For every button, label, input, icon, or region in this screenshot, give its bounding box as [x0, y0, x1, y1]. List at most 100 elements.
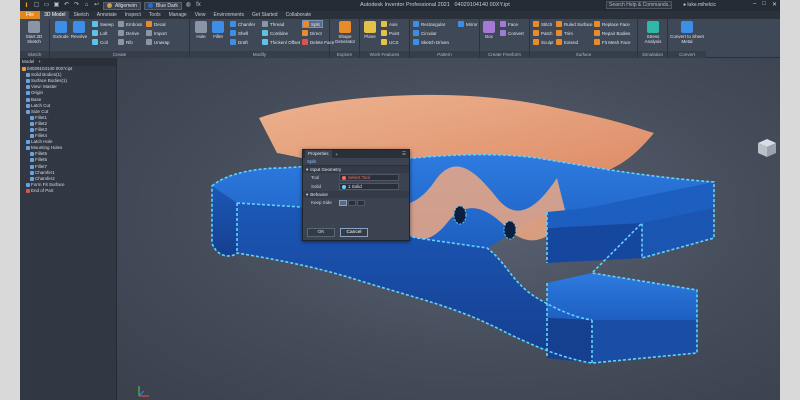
model-canvas[interactable]: [117, 58, 780, 400]
appearance-dropdown[interactable]: Blue Dark: [143, 1, 182, 10]
undo-icon[interactable]: ↶: [63, 2, 70, 9]
point-button[interactable]: Point: [381, 29, 399, 37]
convert-sheet-metal-button[interactable]: Convert to Sheet Metal: [670, 21, 704, 44]
keep-both-sides-icon[interactable]: [339, 199, 347, 206]
extrude-button[interactable]: Extrude: [52, 21, 70, 39]
derive-button[interactable]: Derive: [118, 29, 139, 37]
feature-name[interactable]: Split: [303, 158, 409, 166]
minimize-icon[interactable]: –: [753, 1, 756, 8]
clear-appearance-icon[interactable]: ◍: [185, 2, 192, 9]
tab-manage[interactable]: Manage: [165, 11, 191, 19]
split-button[interactable]: Split: [302, 20, 323, 28]
repair-bodies-button[interactable]: Repair Bodies: [594, 29, 630, 37]
cancel-button[interactable]: Cancel: [340, 228, 368, 237]
browser-node[interactable]: End of Part: [20, 188, 116, 194]
ruled-surface-button[interactable]: Ruled Surface: [556, 20, 593, 28]
rib-button[interactable]: Rib: [118, 38, 133, 46]
right-lower-block-side[interactable]: [592, 320, 697, 363]
sculpt-button[interactable]: Sculpt: [533, 38, 554, 46]
freeform-convert-button[interactable]: Convert: [500, 29, 524, 37]
right-lower-block-front[interactable]: [547, 318, 592, 363]
sketch-driven-pattern-button[interactable]: Sketch Driven: [413, 38, 449, 46]
graphics-viewport[interactable]: ◎ ✋ ⊕ ⟳ ▣ Properties + ☰ Split ▾ Input G…: [117, 58, 780, 400]
ucs-button[interactable]: UCS: [381, 38, 399, 46]
plane-button[interactable]: Plane: [361, 21, 379, 39]
extend-button[interactable]: Extend: [556, 38, 578, 46]
decal-button[interactable]: Decal: [146, 20, 166, 28]
unwrap-button[interactable]: Unwrap: [146, 38, 170, 46]
maximize-icon[interactable]: □: [762, 1, 766, 8]
start-sketch-button[interactable]: Start 2D Sketch: [25, 21, 43, 44]
right-upper-block-front[interactable]: [547, 223, 642, 263]
open-folder-icon[interactable]: ▭: [43, 2, 50, 9]
shape-generator-button[interactable]: Shape Generator: [333, 21, 357, 44]
trim-button[interactable]: Trim: [556, 29, 573, 37]
tab-file[interactable]: File: [20, 11, 41, 19]
import-button[interactable]: Import: [146, 29, 167, 37]
stress-analysis-button[interactable]: Stress Analysis: [640, 21, 666, 44]
keep-side-a-icon[interactable]: [348, 199, 356, 206]
tab-collaborate[interactable]: Collaborate: [282, 11, 316, 19]
browser-node-label: Solid Bodies(1): [31, 72, 62, 78]
chamfer-button[interactable]: Chamfer: [230, 20, 255, 28]
behavior-section[interactable]: ▾ Behavior: [303, 191, 409, 198]
browser-add-tab-icon[interactable]: +: [38, 58, 41, 66]
properties-menu-icon[interactable]: ☰: [402, 151, 409, 157]
tab-view[interactable]: View: [191, 11, 210, 19]
right-lower-block[interactable]: [547, 273, 697, 320]
hole-button[interactable]: Hole: [192, 21, 210, 39]
replace-face-button[interactable]: Replace Face: [594, 20, 630, 28]
fillet-button[interactable]: Fillet: [209, 21, 227, 39]
freeform-face-button[interactable]: Face: [500, 20, 518, 28]
tab-get-started[interactable]: Get Started: [248, 11, 282, 19]
new-file-icon[interactable]: ▢: [33, 2, 40, 9]
close-icon[interactable]: ✕: [772, 1, 777, 8]
tab-3d-model[interactable]: 3D Model: [40, 11, 70, 19]
redo-icon[interactable]: ↷: [73, 2, 80, 9]
stress-analysis-icon: [647, 21, 659, 33]
tab-inspect[interactable]: Inspect: [121, 11, 145, 19]
combine-button[interactable]: Combine: [262, 29, 288, 37]
viewcube-icon[interactable]: [757, 138, 777, 158]
loft-button[interactable]: Loft: [92, 29, 108, 37]
keep-side-b-icon[interactable]: [357, 199, 365, 206]
home-icon[interactable]: ⌂: [83, 2, 90, 9]
mirror-button[interactable]: Mirror: [458, 20, 478, 28]
browser-tab-model[interactable]: Model: [22, 58, 34, 66]
emboss-button[interactable]: Emboss: [118, 20, 142, 28]
direct-button[interactable]: Direct: [302, 29, 322, 37]
save-icon[interactable]: ▣: [53, 2, 60, 9]
fx-button[interactable]: fx: [195, 2, 202, 9]
tab-sketch[interactable]: Sketch: [69, 11, 92, 19]
tab-environments[interactable]: Environments: [209, 11, 248, 19]
patch-button[interactable]: Patch: [533, 29, 553, 37]
help-search-input[interactable]: Search Help & Commands...: [606, 1, 672, 9]
tab-annotate[interactable]: Annotate: [93, 11, 121, 19]
revolve-button[interactable]: Revolve: [70, 21, 88, 39]
material-dropdown[interactable]: Allgemein: [103, 1, 141, 10]
thicken-offset-button[interactable]: Thicken/ Offset: [262, 38, 300, 46]
sweep-button[interactable]: Sweep: [92, 20, 114, 28]
rectangular-pattern-button[interactable]: Rectangular: [413, 20, 445, 28]
fit-mesh-face-button[interactable]: Fit Mesh Face: [594, 38, 631, 46]
input-geometry-section[interactable]: ▾ Input Geometry: [303, 166, 409, 173]
tool-selector[interactable]: Select Tool: [339, 174, 399, 181]
circular-pattern-button[interactable]: Circular: [413, 29, 437, 37]
latch-hole-right[interactable]: [503, 220, 517, 240]
draft-button[interactable]: Draft: [230, 38, 248, 46]
tab-tools[interactable]: Tools: [145, 11, 165, 19]
freeform-box-button[interactable]: Box: [480, 21, 498, 39]
solid-selector[interactable]: 1 Solid: [339, 183, 399, 190]
ok-button[interactable]: OK: [307, 228, 335, 237]
shell-button[interactable]: Shell: [230, 29, 248, 37]
inventor-logo-icon[interactable]: I: [23, 2, 30, 9]
properties-tab[interactable]: Properties: [305, 150, 332, 158]
latch-hole-left[interactable]: [453, 205, 467, 225]
properties-add-icon[interactable]: +: [332, 152, 343, 157]
return-icon[interactable]: ↩: [93, 2, 100, 9]
axis-button[interactable]: Axis: [381, 20, 398, 28]
thread-button[interactable]: Thread: [262, 20, 284, 28]
user-account[interactable]: ● luke.mihelcic: [683, 2, 716, 8]
stitch-button[interactable]: Stitch: [533, 20, 552, 28]
coil-button[interactable]: Coil: [92, 38, 108, 46]
